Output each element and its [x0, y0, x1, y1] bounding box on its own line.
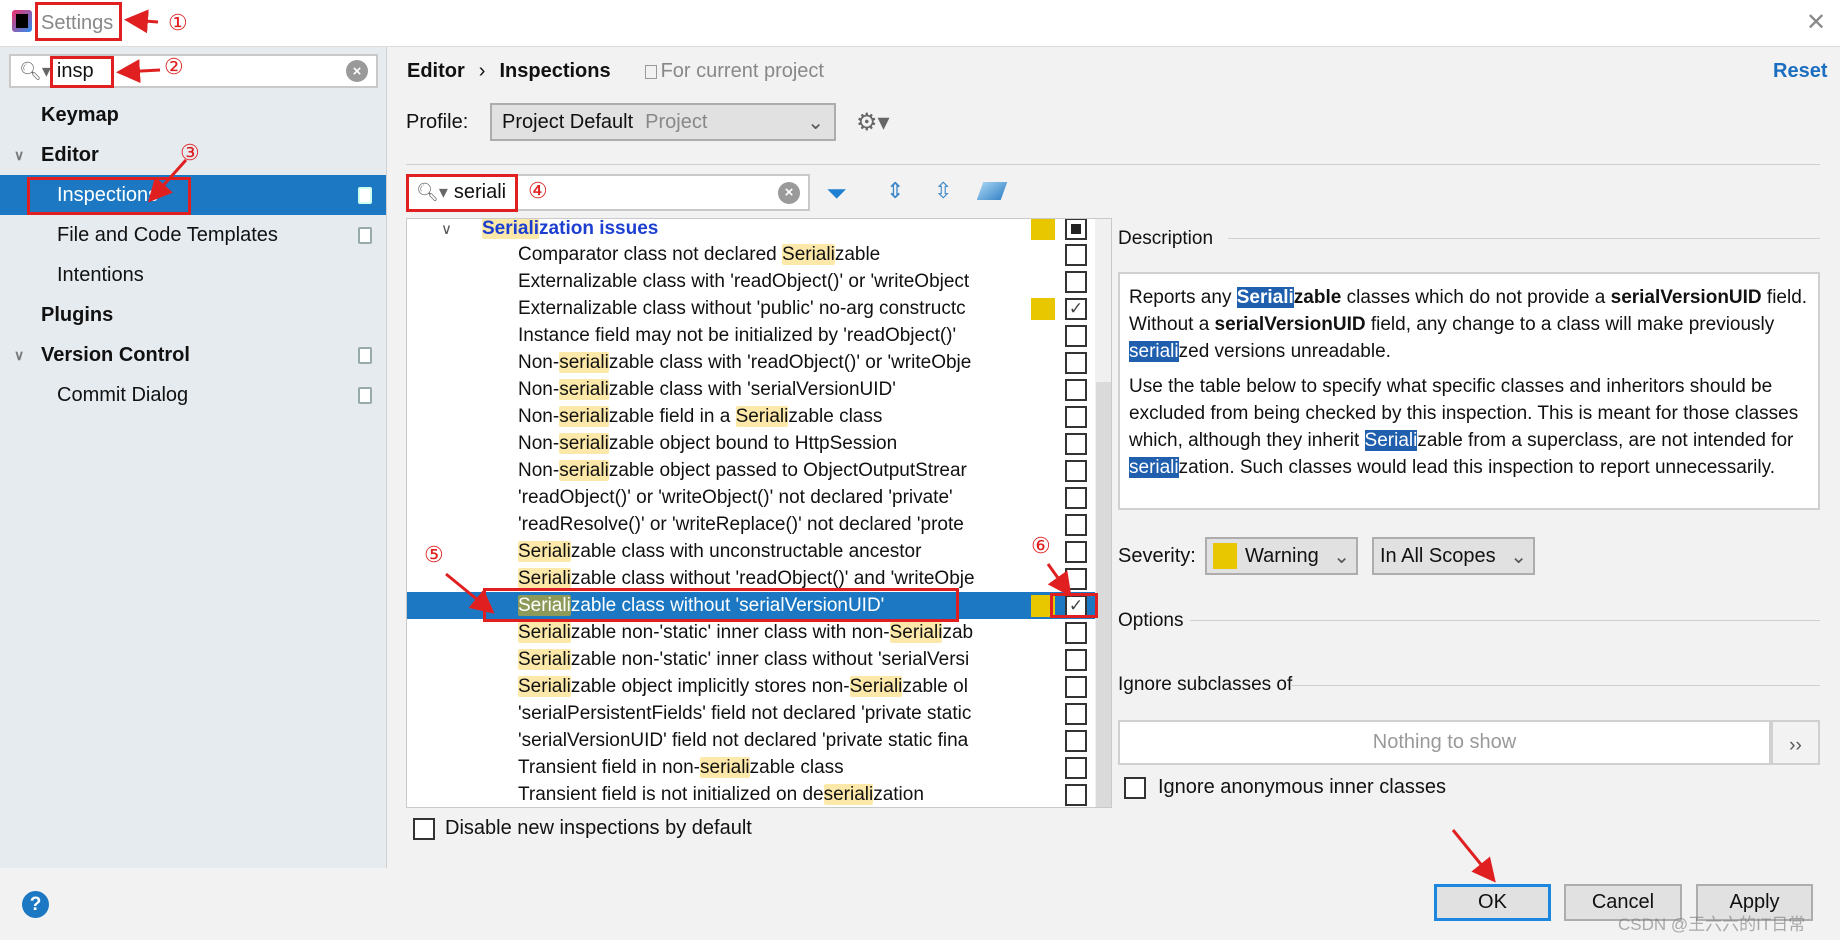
annotation-arrows [116, 9, 1496, 883]
